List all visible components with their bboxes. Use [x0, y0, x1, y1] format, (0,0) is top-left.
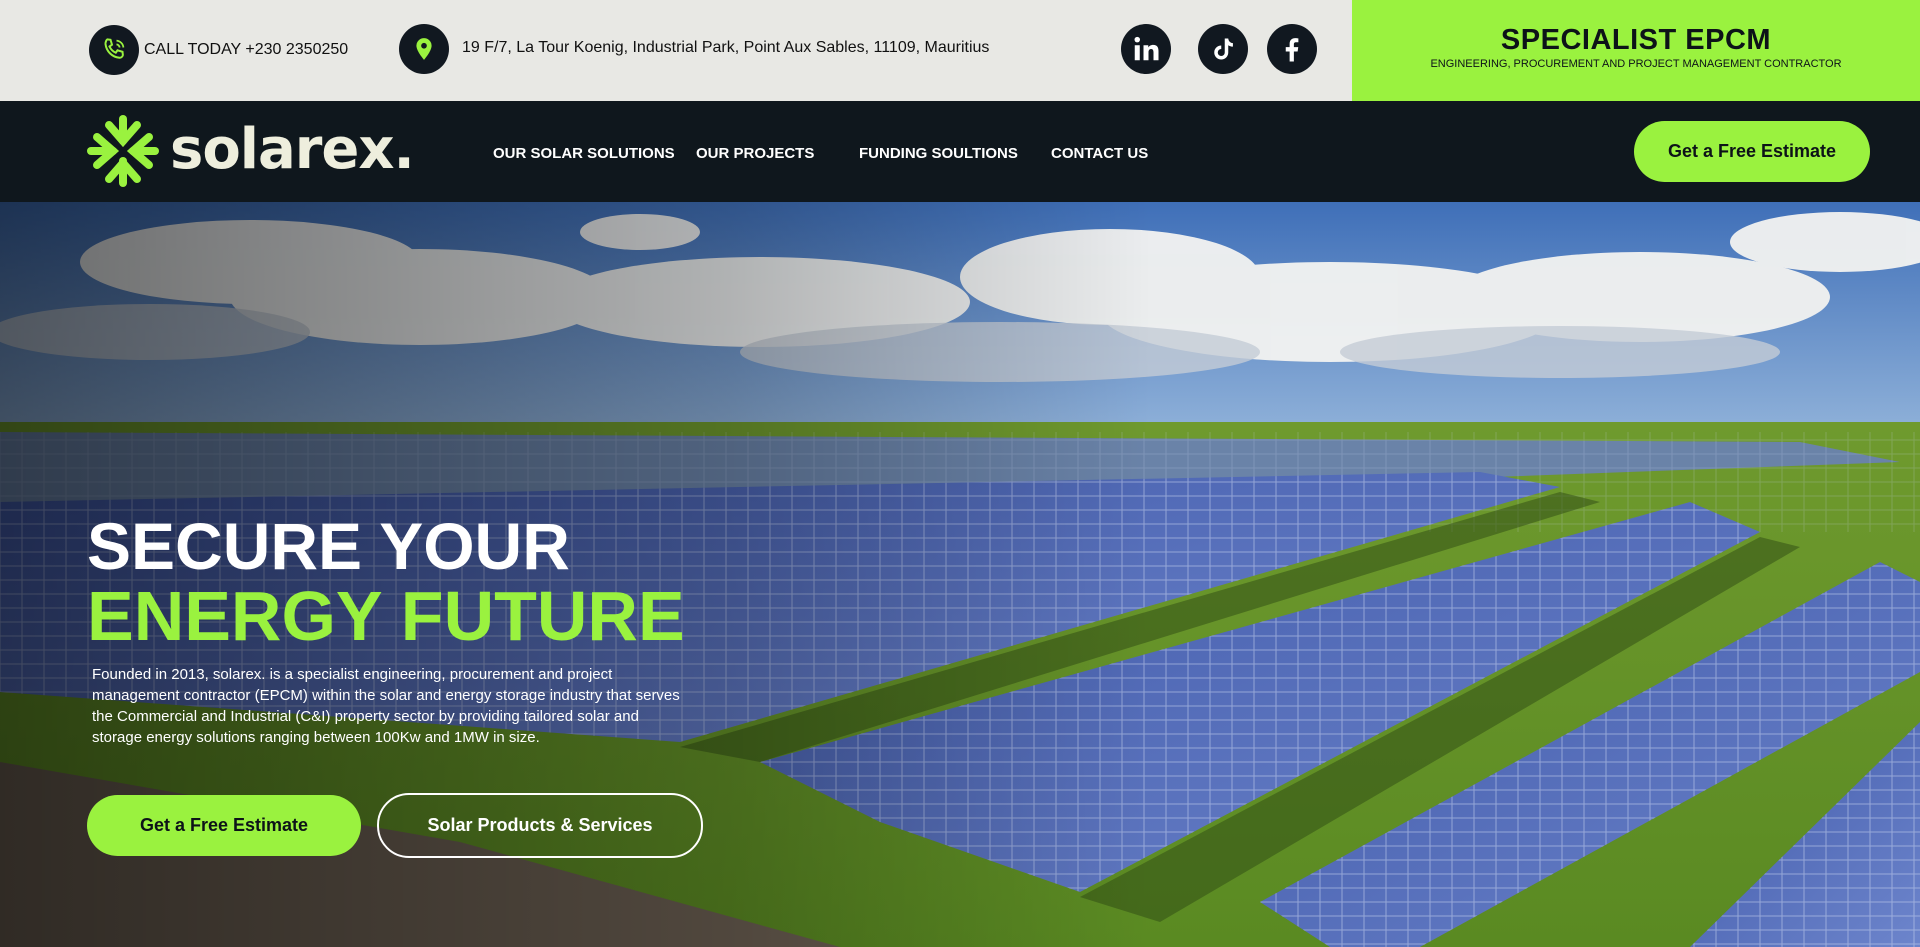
solar-products-button[interactable]: Solar Products & Services [377, 793, 703, 858]
hero-headline-line2: ENERGY FUTURE [87, 577, 685, 655]
nav-item-funding[interactable]: FUNDING SOULTIONS [859, 145, 1018, 162]
nav-item-projects[interactable]: OUR PROJECTS [696, 145, 814, 162]
nav-item-solar-solutions[interactable]: OUR SOLAR SOLUTIONS [493, 145, 675, 162]
hero-estimate-button[interactable]: Get a Free Estimate [87, 795, 361, 856]
tiktok-icon[interactable] [1198, 24, 1248, 74]
solarex-logo-icon[interactable] [85, 113, 161, 191]
nav-estimate-button[interactable]: Get a Free Estimate [1634, 121, 1870, 182]
phone-text[interactable]: CALL TODAY +230 2350250 [144, 41, 348, 59]
nav-item-contact[interactable]: CONTACT US [1051, 145, 1148, 162]
linkedin-icon[interactable] [1121, 24, 1171, 74]
facebook-icon[interactable] [1267, 24, 1317, 74]
phone-icon[interactable] [89, 25, 139, 75]
epcm-title: SPECIALIST EPCM [1500, 24, 1772, 56]
epcm-banner: SPECIALIST EPCM ENGINEERING, PROCUREMENT… [1352, 0, 1920, 101]
hero-description: Founded in 2013, solarex. is a specialis… [92, 666, 680, 746]
location-icon [399, 24, 449, 74]
epcm-subtitle: ENGINEERING, PROCUREMENT AND PROJECT MAN… [1430, 58, 1842, 70]
logo-wordmark[interactable]: solarex. [170, 117, 415, 182]
address-text: 19 F/7, La Tour Koenig, Industrial Park,… [462, 39, 990, 56]
top-bar: CALL TODAY +230 2350250 19 F/7, La Tour … [0, 0, 1920, 101]
hero-headline-line1: SECURE YOUR [87, 509, 570, 583]
